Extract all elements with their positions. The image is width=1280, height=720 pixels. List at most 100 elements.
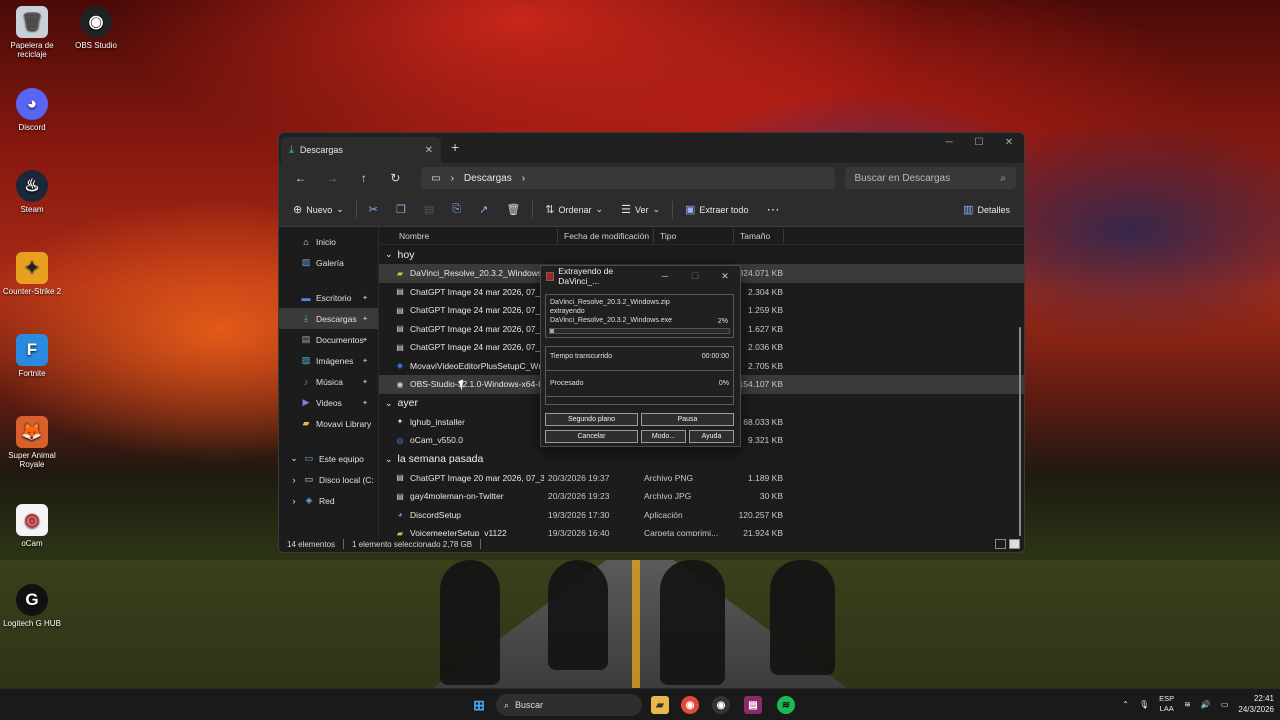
tab-descargas[interactable]: ⤓ Descargas ✕ [281,137,441,163]
sidebar-item-musica[interactable]: ♪ Música ✦ [279,371,378,392]
file-row[interactable]: ▤ gay4moleman-on-Twitter 20/3/2026 19:23 Ar… [379,487,1024,506]
winrar-icon [546,271,555,281]
view-button[interactable]: ☰ Ver ⌄ [615,203,666,216]
column-header-size[interactable]: Tamaño [734,228,784,243]
archive-name: DaVinci_Resolve_20.3.2_Windows.zip [550,299,670,306]
tab-title: Descargas [299,145,343,155]
navigation-pane: ⌂ Inicio ▧ Galería ▬ Escritorio ✦ ⤓ Descargas… [279,227,379,536]
sort-button[interactable]: ⇅ Ordenar ⌄ [539,203,609,216]
background-button[interactable]: Segundo plano [545,413,638,426]
sidebar-item-imagenes[interactable]: ▨ Imágenes ✦ [279,350,378,371]
cut-icon[interactable]: ✂ [363,203,384,216]
file-name: OBS-Studio-32.1.0-Windows-x64-Inst [410,379,544,390]
desktop-icon-cs2[interactable]: ✦ Counter-Strike 2 [0,252,64,296]
file-date: 19/3/2026 17:30 [548,509,610,520]
up-button[interactable]: ↑ [350,171,378,185]
desktop-icon-fortnite[interactable]: F Fortnite [0,334,64,378]
language-indicator[interactable]: ESP LAA [1159,694,1174,714]
column-header-date[interactable]: Fecha de modificación [558,228,654,243]
column-headers: Nombre Fecha de modificación Tipo Tamaño [379,227,1024,245]
column-header-name[interactable]: Nombre [379,228,558,243]
minimize-button[interactable]: ─ [650,271,680,282]
pause-button[interactable]: Pausa [641,413,734,426]
volume-icon[interactable]: 🔊 [1201,700,1211,709]
maximize-button[interactable]: ☐ [964,133,994,155]
group-header[interactable]: ⌄ la semana pasada [379,450,1024,469]
forward-button[interactable]: → [319,171,347,185]
sidebar-item-descargas[interactable]: ⤓ Descargas ✦ [279,308,378,329]
desktop-icon-steam[interactable]: ♨ Steam [0,170,64,214]
sidebar-item-escritorio[interactable]: ▬ Escritorio ✦ [279,287,378,308]
close-dialog-button[interactable]: ✕ [710,271,740,282]
refresh-button[interactable]: ↻ [382,171,410,185]
sidebar-item-movavi-library[interactable]: ▰ Movavi Library [279,413,378,434]
rename-icon[interactable]: ⎘ [446,203,467,216]
file-explorer-taskbar-icon[interactable]: ▰ [651,696,669,714]
taskbar-search[interactable]: ⌕ Buscar [496,694,642,716]
details-button[interactable]: ▥ Detalles [957,203,1016,216]
column-header-type[interactable]: Tipo [654,228,734,243]
group-header[interactable]: ⌄ hoy [379,245,1024,264]
share-icon[interactable]: ↗ [473,203,494,216]
paste-icon[interactable]: ▤ [418,203,440,216]
desktop-icon-recycle-bin[interactable]: 🗑 Papelera de reciclaje [0,6,64,59]
chrome-taskbar-icon[interactable]: ◉ [681,696,699,714]
details-pane-icon: ▥ [963,204,974,216]
tiles-view-button[interactable] [1009,539,1020,549]
clock[interactable]: 22:41 24/3/2026 [1238,693,1274,715]
search-input[interactable]: Buscar en Descargas ⌕ [844,167,1016,189]
delete-icon[interactable]: 🗑 [500,203,526,216]
scrollbar[interactable] [1019,327,1021,552]
back-button[interactable]: ← [287,171,315,185]
microphone-icon[interactable]: 🎙 [1139,700,1149,709]
dialog-title-bar[interactable]: Extrayendo de DaVinci_... ─ ☐ ✕ [541,266,740,286]
minimize-button[interactable]: ─ [934,133,964,155]
spotify-taskbar-icon[interactable]: ≋ [777,696,795,714]
close-window-button[interactable]: ✕ [994,133,1024,155]
status-bar: 14 elementos 1 elemento seleccionado 2,7… [279,536,1024,552]
breadcrumb-descargas[interactable]: Descargas [464,173,512,184]
desktop-icon: ▬ [301,292,311,303]
desktop-icon-logitech[interactable]: G Logitech G HUB [0,584,64,628]
sidebar-item-disco-local[interactable]: › ▭ Disco local (C: [279,469,378,490]
sidebar-item-red[interactable]: › ◈ Red [279,490,378,511]
desktop-icon-discord[interactable]: ◕ Discord [0,88,64,132]
new-button[interactable]: ⊕ Nuevo ⌄ [287,203,350,216]
cancel-button[interactable]: Cancelar [545,430,638,443]
sidebar-item-galeria[interactable]: ▧ Galería [279,252,378,273]
file-name: ChatGPT Image 24 mar 2026, 07_41_1 [410,305,544,316]
address-bar[interactable]: ▭ › Descargas › [421,167,835,189]
winrar-taskbar-icon[interactable]: ▤ [744,696,762,714]
file-row[interactable]: ◕ DiscordSetup 19/3/2026 17:30 Aplicación 12… [379,506,1024,525]
extract-progress-dialog[interactable]: Extrayendo de DaVinci_... ─ ☐ ✕ DaVinci_… [540,265,741,447]
desktop-icon-label: OBS Studio [75,41,117,50]
sidebar-item-videos[interactable]: ▶ Videos ✦ [279,392,378,413]
close-tab-icon[interactable]: ✕ [425,145,433,156]
obs-taskbar-icon[interactable]: ◉ [712,696,730,714]
help-button[interactable]: Ayuda [689,430,734,443]
desktop-icon-super-animal-royale[interactable]: 🦊 Super Animal Royale [0,416,64,469]
show-hidden-icons[interactable]: ⌃ [1122,700,1129,709]
file-row[interactable]: ▤ ChatGPT Image 20 mar 2026, 07_37_59 p..… [379,469,1024,488]
new-tab-button[interactable]: + [451,139,459,155]
extract-all-button[interactable]: ▣ Extraer todo [679,203,754,216]
mode-button[interactable]: Modo... [641,430,686,443]
desktop-icon-ocam[interactable]: ◎ oCam [0,504,64,548]
sidebar-item-este-equipo[interactable]: ⌄ ▭ Este equipo [279,448,378,469]
plus-circle-icon: ⊕ [293,204,303,216]
sidebar-item-documentos[interactable]: ▤ Documentos ✦ [279,329,378,350]
sidebar-item-inicio[interactable]: ⌂ Inicio [279,231,378,252]
copy-icon[interactable]: ❐ [390,203,412,216]
wifi-icon[interactable]: ≋ [1184,700,1191,709]
more-options-icon[interactable]: ⋯ [760,202,785,218]
maximize-button[interactable]: ☐ [680,271,710,282]
cs2-icon: ✦ [16,252,48,284]
desktop-icon-obs[interactable]: ◉ OBS Studio [64,6,128,50]
title-bar[interactable]: ⤓ Descargas ✕ + ─ ☐ ✕ [279,133,1024,163]
battery-icon[interactable]: ▭ [1221,700,1229,709]
start-button[interactable]: ⊞ [470,696,488,714]
file-name: MovaviVideoEditorPlusSetupC_Wnjw [410,360,544,371]
group-label: hoy [397,248,415,261]
details-view-button[interactable] [995,539,1006,549]
bike-rider [548,560,608,670]
